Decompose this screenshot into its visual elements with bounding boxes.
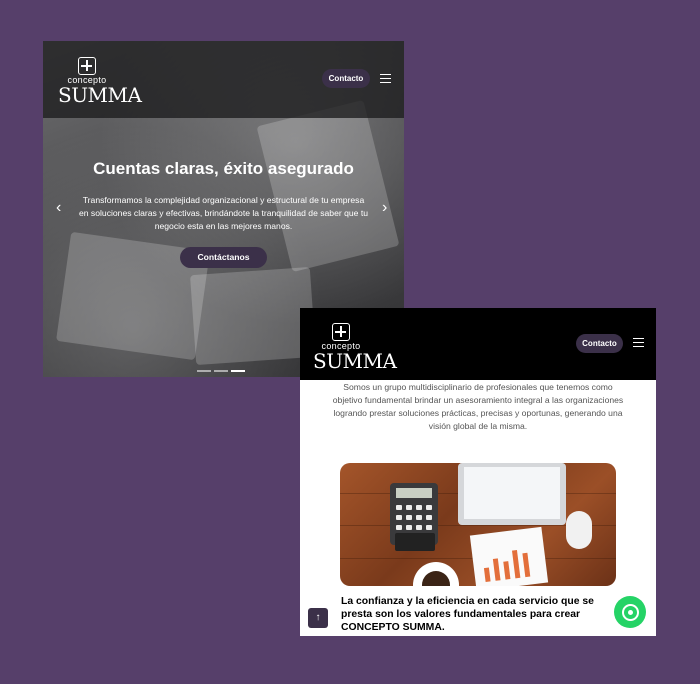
carousel-prev-icon[interactable]: ‹ [56,200,61,216]
about-description: Somos un grupo multidisciplinario de pro… [332,382,624,431]
site-logo[interactable]: concepto SUMMA [313,323,397,373]
notebook-image [395,533,435,551]
hero-title: Cuentas claras, éxito asegurado [93,159,354,178]
coffee-cup-image [413,562,459,586]
office-desk-image [340,463,616,586]
hamburger-icon[interactable] [633,338,644,348]
report-image [469,526,549,586]
mouse-image [566,511,592,549]
logo-text-large: SUMMA [313,349,397,373]
contact-cta-button[interactable]: Contáctanos [180,247,267,268]
about-screen: concepto SUMMA Contacto Somos un grupo m… [300,308,656,636]
contact-nav-button[interactable]: Contacto [322,69,370,88]
hamburger-icon[interactable] [380,74,391,84]
carousel-dot-2[interactable] [214,370,228,372]
carousel-next-icon[interactable]: › [382,200,387,216]
carousel-indicators [197,359,248,377]
site-logo[interactable]: concepto SUMMA [58,57,142,107]
logo-mark-icon [78,57,96,75]
laptop-image [458,463,566,525]
site-header: concepto SUMMA Contacto [300,308,656,380]
carousel-dot-1[interactable] [197,370,211,372]
logo-mark-icon [332,323,350,341]
site-header: concepto SUMMA Contacto [43,41,404,118]
carousel-dot-3[interactable] [231,370,245,372]
arrow-up-icon[interactable]: ↑ [308,608,328,628]
background-photo-paper [256,99,400,273]
whatsapp-icon[interactable] [614,596,646,628]
logo-text-large: SUMMA [58,83,142,107]
contact-nav-button[interactable]: Contacto [576,334,623,353]
hero-subtitle: Transformamos la complejidad organizacio… [78,195,369,231]
tagline-text: La confianza y la eficiencia en cada ser… [341,596,594,633]
background-photo-paper [190,266,316,366]
